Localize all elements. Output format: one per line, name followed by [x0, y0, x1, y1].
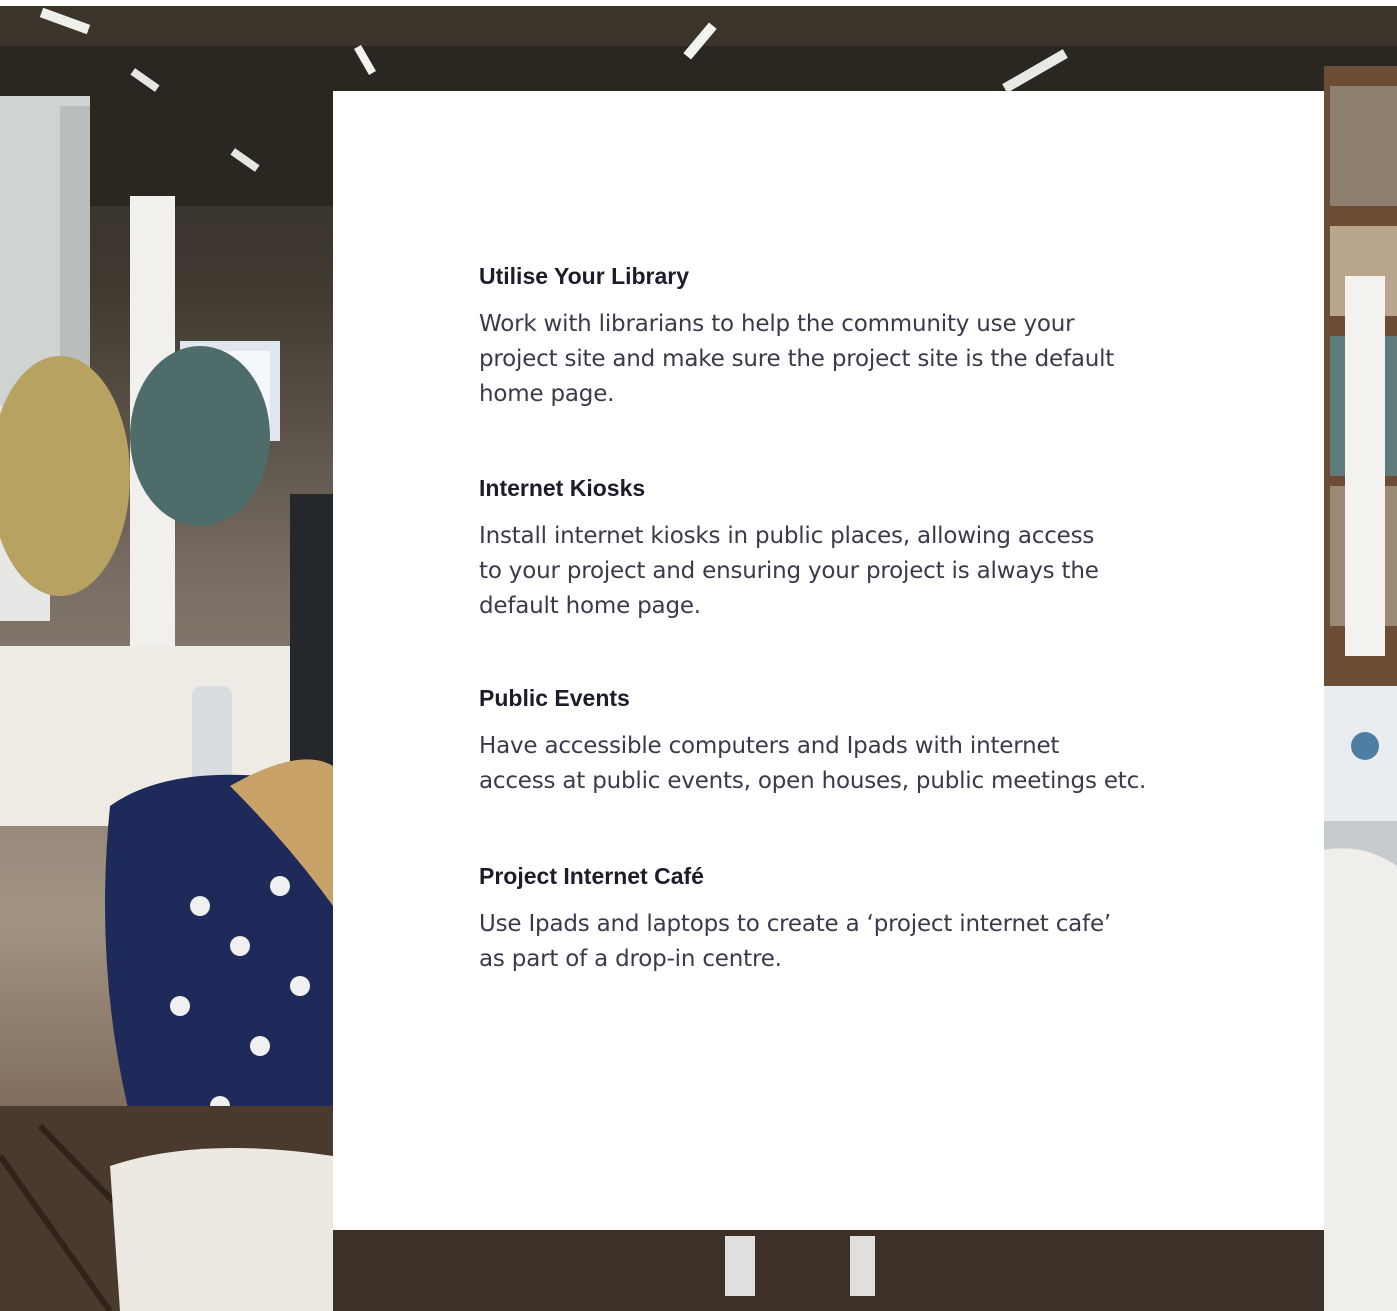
content-card: Utilise Your Library Work with librarian…: [333, 91, 1324, 1230]
section-body: Have accessible computers and Ipads with…: [479, 733, 1147, 794]
section-utilise-your-library: Utilise Your Library Work with librarian…: [479, 261, 1199, 412]
section-internet-kiosks: Internet Kiosks Install internet kiosks …: [479, 473, 1199, 624]
section-title: Project Internet Café: [479, 863, 704, 889]
section-body: Install internet kiosks in public places…: [479, 523, 1099, 619]
section-title: Internet Kiosks: [479, 475, 646, 501]
section-body: Work with librarians to help the communi…: [479, 311, 1115, 407]
section-title: Public Events: [479, 685, 630, 711]
section-title: Utilise Your Library: [479, 263, 690, 289]
section-body: Use Ipads and laptops to create a ‘proje…: [479, 911, 1112, 972]
page: Utilise Your Library Work with librarian…: [0, 0, 1397, 1311]
section-project-internet-cafe: Project Internet Café Use Ipads and lapt…: [479, 861, 1199, 977]
section-public-events: Public Events Have accessible computers …: [479, 683, 1199, 799]
